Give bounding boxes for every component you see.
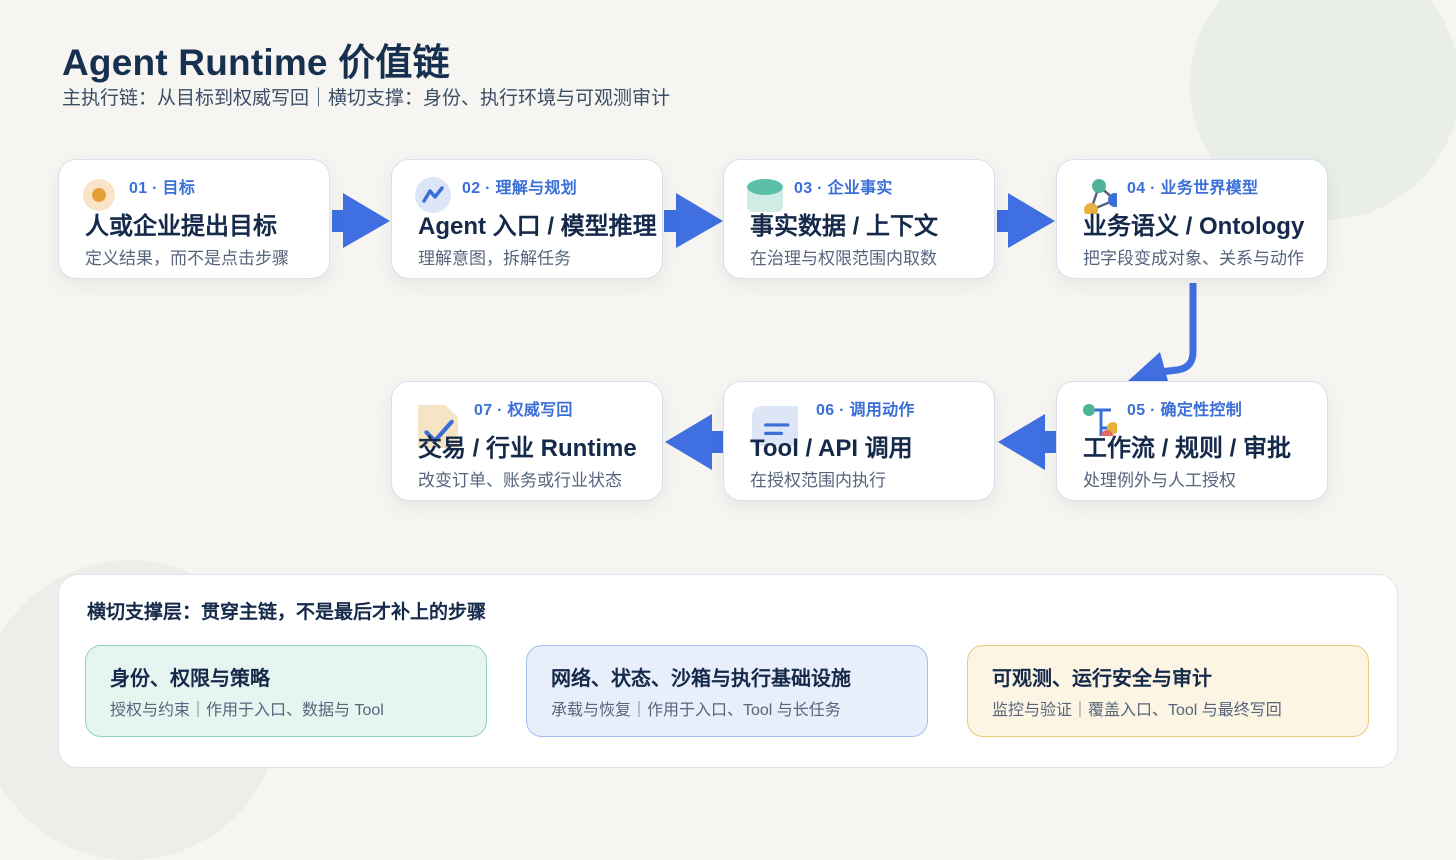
step-title: 业务语义 / Ontology: [1083, 213, 1305, 240]
arrow-03-04: [997, 193, 1055, 248]
step-title: 工作流 / 规则 / 审批: [1083, 435, 1292, 462]
page-title: Agent Runtime 价值链: [62, 42, 450, 83]
arrow-06-07: [665, 414, 723, 470]
page-subtitle: 主执行链：从目标到权威写回｜横切支撑：身份、执行环境与可观测审计: [62, 88, 671, 109]
step-card-04: 04 · 业务世界模型 业务语义 / Ontology 把字段变成对象、关系与动…: [1056, 159, 1328, 279]
arrow-02-03: [664, 193, 723, 248]
step-card-02: 02 · 理解与规划 Agent 入口 / 模型推理 理解意图，拆解任务: [391, 159, 663, 279]
step-number: 01 · 目标: [129, 180, 196, 197]
step-title: 交易 / 行业 Runtime: [418, 435, 637, 462]
arrow-04-05: [1128, 283, 1197, 381]
arrow-05-06: [998, 414, 1056, 470]
step-number: 07 · 权威写回: [474, 402, 573, 419]
support-card-title: 身份、权限与策略: [110, 668, 270, 690]
support-heading: 横切支撑层：贯穿主链，不是最后才补上的步骤: [87, 602, 487, 623]
support-card-observability: 可观测、运行安全与审计 监控与验证｜覆盖入口、Tool 与最终写回: [967, 645, 1369, 737]
support-card-identity: 身份、权限与策略 授权与约束｜作用于入口、数据与 Tool: [85, 645, 487, 737]
support-card-title: 网络、状态、沙箱与执行基础设施: [551, 668, 851, 690]
support-card-description: 承载与恢复｜作用于入口、Tool 与长任务: [551, 702, 841, 719]
step-description: 定义结果，而不是点击步骤: [85, 249, 289, 268]
step-description: 把字段变成对象、关系与动作: [1083, 249, 1304, 268]
support-card-description: 监控与验证｜覆盖入口、Tool 与最终写回: [992, 702, 1282, 719]
support-card-title: 可观测、运行安全与审计: [992, 668, 1212, 690]
step-title: 人或企业提出目标: [85, 213, 277, 240]
step-number: 05 · 确定性控制: [1127, 402, 1243, 419]
step-description: 在治理与权限范围内取数: [750, 249, 937, 268]
step-card-06: 06 · 调用动作 Tool / API 调用 在授权范围内执行: [723, 381, 995, 501]
step-title: Agent 入口 / 模型推理: [418, 213, 657, 240]
step-number: 04 · 业务世界模型: [1127, 180, 1259, 197]
step-card-01: 01 · 目标 人或企业提出目标 定义结果，而不是点击步骤: [58, 159, 330, 279]
step-title: 事实数据 / 上下文: [750, 213, 939, 240]
support-card-description: 授权与约束｜作用于入口、数据与 Tool: [110, 702, 384, 719]
step-description: 改变订单、账务或行业状态: [418, 471, 622, 490]
step-number: 02 · 理解与规划: [462, 180, 578, 197]
step-description: 处理例外与人工授权: [1083, 471, 1236, 490]
step-card-05: 05 · 确定性控制 工作流 / 规则 / 审批 处理例外与人工授权: [1056, 381, 1328, 501]
arrow-01-02: [332, 193, 390, 248]
step-title: Tool / API 调用: [750, 435, 913, 462]
step-number: 03 · 企业事实: [794, 180, 893, 197]
cross-cutting-support-panel: 横切支撑层：贯穿主链，不是最后才补上的步骤 身份、权限与策略 授权与约束｜作用于…: [58, 574, 1398, 768]
step-number: 06 · 调用动作: [816, 402, 915, 419]
page: { "header": { "title": "Agent Runtime 价值…: [0, 0, 1456, 860]
step-description: 在授权范围内执行: [750, 471, 886, 490]
step-description: 理解意图，拆解任务: [418, 249, 571, 268]
support-card-infrastructure: 网络、状态、沙箱与执行基础设施 承载与恢复｜作用于入口、Tool 与长任务: [526, 645, 928, 737]
step-card-03: 03 · 企业事实 事实数据 / 上下文 在治理与权限范围内取数: [723, 159, 995, 279]
step-card-07: 07 · 权威写回 交易 / 行业 Runtime 改变订单、账务或行业状态: [391, 381, 663, 501]
